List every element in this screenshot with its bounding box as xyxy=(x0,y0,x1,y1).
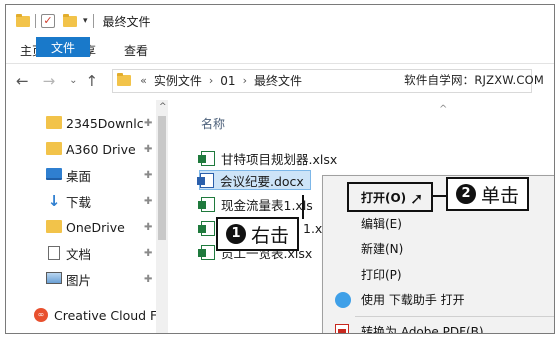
pin-icon[interactable]: ✚ xyxy=(144,118,152,129)
title-bar: ✓ ▾ 最终文件 xyxy=(6,5,554,37)
tab-view[interactable]: 查看 xyxy=(110,37,162,63)
scroll-up-arrow-icon[interactable]: ^ xyxy=(159,102,167,112)
excel-file-icon xyxy=(198,220,215,236)
menu-item-label: 打印(P) xyxy=(361,268,402,282)
file-name: 甘特项目规划器.xlsx xyxy=(221,151,338,167)
menu-item-label: 新建(N) xyxy=(361,242,404,256)
step-number-badge: 1 xyxy=(226,224,246,244)
sidebar-item-label: A360 Drive xyxy=(66,141,136,157)
properties-check-icon[interactable]: ✓ xyxy=(41,14,55,28)
callout-step-2: 2 单击 xyxy=(446,177,530,211)
pin-icon[interactable]: ✚ xyxy=(144,144,152,155)
folder-icon xyxy=(16,13,30,27)
breadcrumb-separator: › xyxy=(242,74,247,87)
pin-icon[interactable]: ✚ xyxy=(144,274,152,285)
menu-separator xyxy=(355,316,554,317)
pictures-icon xyxy=(46,272,62,284)
menu-item-open-with-download-assistant[interactable]: 使用 下载助手 打开 xyxy=(323,287,554,312)
download-assistant-icon xyxy=(335,292,351,308)
title-separator xyxy=(35,14,36,28)
mouse-cursor-icon: ➚ xyxy=(410,189,424,208)
menu-item-convert-to-pdf[interactable]: 转换为 Adobe PDF(B) xyxy=(323,319,554,334)
address-folder-icon xyxy=(117,73,132,86)
breadcrumb-separator: › xyxy=(208,74,214,87)
pin-icon[interactable]: ✚ xyxy=(144,248,152,259)
list-item[interactable]: 甘特项目规划器.xlsx xyxy=(198,148,338,168)
desktop-icon xyxy=(46,168,62,180)
file-name: 现金流量表1.xls xyxy=(221,197,313,213)
menu-item-label: 转换为 Adobe PDF(B) xyxy=(361,325,484,334)
breadcrumb-item[interactable]: 最终文件 xyxy=(254,72,302,89)
sidebar-item-label: 图片 xyxy=(66,272,92,288)
sidebar-item-onedrive[interactable]: OneDrive ✚ xyxy=(6,215,156,239)
pin-icon[interactable]: ✚ xyxy=(144,196,152,207)
word-file-icon xyxy=(197,172,214,188)
callout-step-1: 1 右击 xyxy=(216,217,300,251)
menu-item-edit[interactable]: 编辑(E) xyxy=(323,211,554,236)
sidebar-item-label: Creative Cloud F xyxy=(54,307,156,323)
forward-arrow-icon[interactable]: → xyxy=(43,72,56,90)
menu-item-label: 使用 下载助手 打开 xyxy=(361,293,465,307)
callout-text: 单击 xyxy=(481,184,520,207)
callout-leader-line xyxy=(302,195,304,219)
sidebar-item-downloads[interactable]: ↓ 下载 ✚ xyxy=(6,189,156,213)
navigation-pane: 2345Downlc ✚ A360 Drive ✚ 桌面 ✚ ↓ 下载 ✚ On… xyxy=(6,100,168,333)
adobe-pdf-icon xyxy=(335,324,349,333)
sidebar-item-2345downloads[interactable]: 2345Downlc ✚ xyxy=(6,111,156,135)
window-title: 最终文件 xyxy=(102,14,151,29)
up-arrow-icon[interactable]: ↑ xyxy=(86,72,99,90)
site-watermark: 软件自学网：RJZXW.COM xyxy=(404,73,544,87)
quick-access-dropdown-icon[interactable]: ▾ xyxy=(83,16,88,26)
excel-file-icon xyxy=(198,150,215,166)
file-name: 会议纪要.docx xyxy=(220,173,304,189)
folder-icon xyxy=(46,116,62,129)
menu-item-print[interactable]: 打印(P) xyxy=(323,262,554,287)
file-name: 1.x xyxy=(303,220,323,236)
excel-file-icon xyxy=(198,196,215,212)
title-separator-2 xyxy=(92,14,94,28)
callout-text: 右击 xyxy=(251,224,290,247)
excel-file-icon xyxy=(198,244,215,260)
sidebar-item-label: 2345Downlc xyxy=(66,115,144,131)
ribbon-tabs: 文件 主页 共享 查看 xyxy=(6,37,554,64)
explorer-window: ✓ ▾ 最终文件 文件 主页 共享 查看 ← → ⌄ ↑ « 实例文件 › 01… xyxy=(5,4,555,334)
sidebar-scroll-thumb[interactable] xyxy=(158,116,166,240)
document-icon xyxy=(48,246,60,260)
list-item[interactable]: 现金流量表1.xls xyxy=(198,194,313,214)
sidebar-item-label: 桌面 xyxy=(66,168,92,184)
breadcrumb-item[interactable]: 实例文件 xyxy=(154,72,202,89)
sidebar-item-a360-drive[interactable]: A360 Drive ✚ xyxy=(6,137,156,161)
step-number-badge: 2 xyxy=(456,184,476,204)
sidebar-item-label: 文档 xyxy=(66,246,92,262)
breadcrumb-item[interactable]: 01 xyxy=(220,74,235,88)
list-item-selected[interactable]: 会议纪要.docx xyxy=(197,170,311,190)
folder-icon xyxy=(46,220,62,233)
sidebar-item-documents[interactable]: 文档 ✚ xyxy=(6,241,156,265)
menu-item-new[interactable]: 新建(N) xyxy=(323,236,554,261)
pin-icon[interactable]: ✚ xyxy=(144,170,152,181)
sidebar-item-creative-cloud[interactable]: ∞ Creative Cloud F xyxy=(6,303,156,327)
creative-cloud-icon: ∞ xyxy=(34,308,48,322)
sidebar-item-pictures[interactable]: 图片 ✚ xyxy=(6,267,156,291)
breadcrumb-overflow[interactable]: « xyxy=(140,74,147,87)
folder-icon xyxy=(46,142,62,155)
new-folder-icon[interactable] xyxy=(63,13,77,27)
download-icon: ↓ xyxy=(47,192,61,210)
back-arrow-icon[interactable]: ← xyxy=(16,72,29,90)
column-header-name[interactable]: 名称 xyxy=(201,115,225,132)
tab-file[interactable]: 文件 xyxy=(36,37,91,57)
menu-item-label: 编辑(E) xyxy=(361,217,402,231)
pin-icon[interactable]: ✚ xyxy=(144,222,152,233)
recent-locations-chevron-icon[interactable]: ⌄ xyxy=(69,75,77,86)
sort-indicator-icon: ^ xyxy=(439,104,448,115)
sidebar-item-desktop[interactable]: 桌面 ✚ xyxy=(6,163,156,187)
sidebar-item-label: 下载 xyxy=(66,194,92,210)
sidebar-item-label: OneDrive xyxy=(66,219,125,235)
